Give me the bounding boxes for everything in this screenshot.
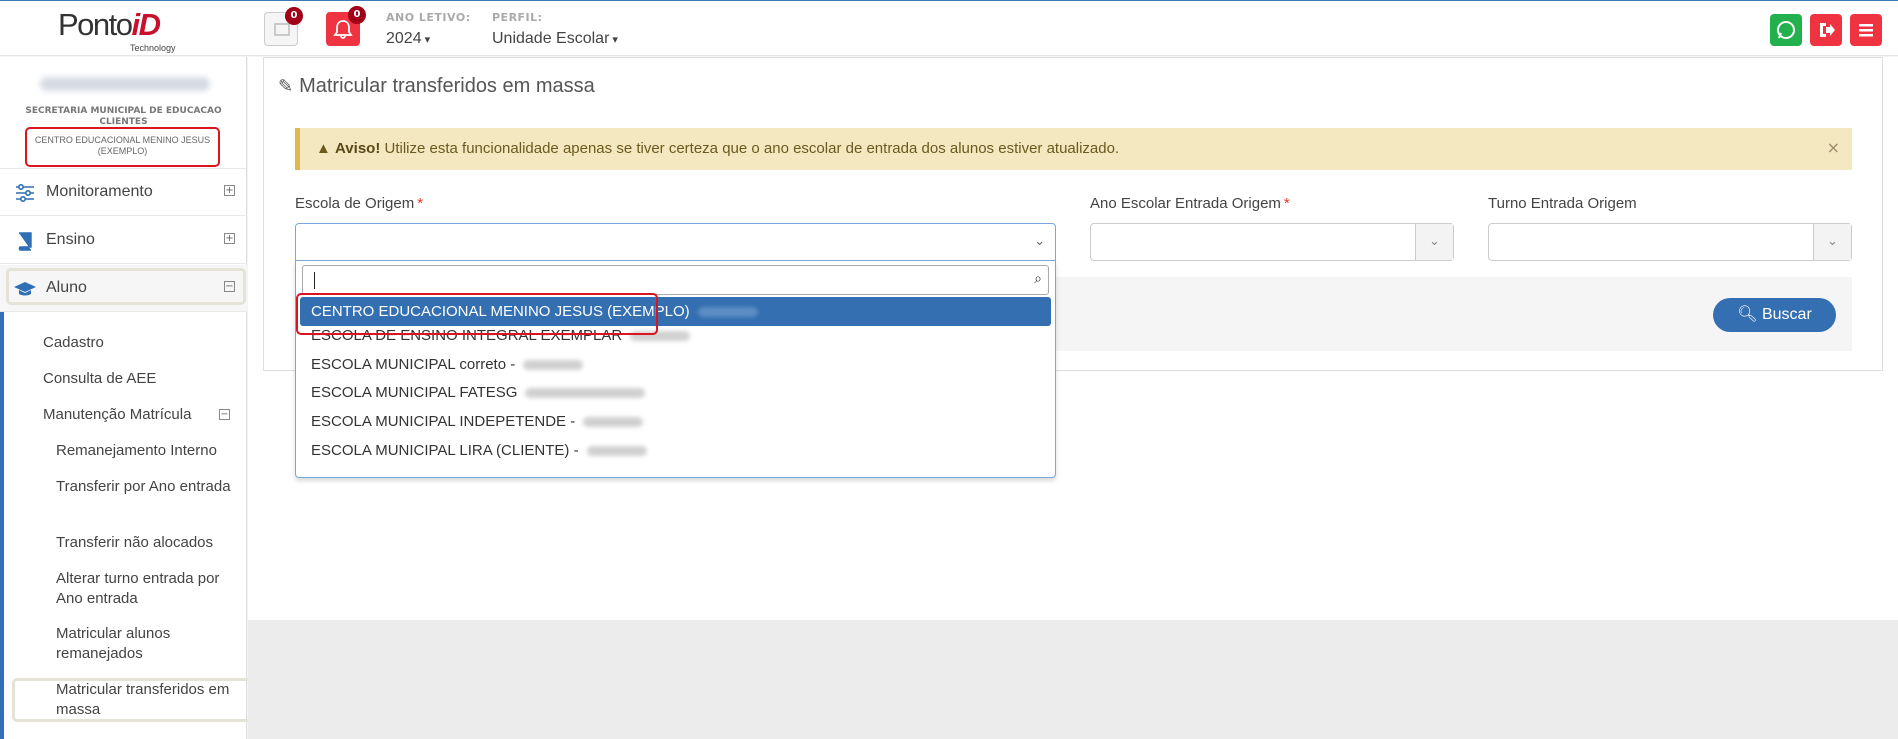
perfil-value: Unidade Escolar <box>492 30 610 47</box>
ano-letivo-selector[interactable]: ANO LETIVO: 2024 ▾ <box>386 11 471 48</box>
expand-icon[interactable]: + <box>224 233 235 244</box>
sidebar-item-consulta-aee[interactable]: Consulta de AEE <box>43 369 156 389</box>
text-caret <box>314 272 315 289</box>
chevron-down-icon: ▾ <box>424 34 431 46</box>
ano-escolar-select[interactable]: ⌄ <box>1090 223 1454 261</box>
perfil-selector[interactable]: PERFIL: Unidade Escolar ▾ <box>492 11 618 48</box>
dropdown-search-input[interactable]: ⌕ <box>302 265 1049 295</box>
messages-badge: 0 <box>285 7 303 25</box>
sidebar-item-label: Ensino <box>46 231 95 248</box>
ano-escolar-label: Ano Escolar Entrada Origem * <box>1090 195 1290 212</box>
chevron-down-icon: ▾ <box>612 34 618 46</box>
active-item-outline <box>12 678 252 722</box>
expand-icon[interactable]: + <box>224 185 235 196</box>
perfil-label: PERFIL: <box>492 11 543 24</box>
logout-icon <box>1820 23 1835 37</box>
redacted-user-name <box>40 77 210 91</box>
sidebar-item-alterar-turno[interactable]: Alterar turno entrada por Ano entrada <box>56 569 236 609</box>
sidebar-item-transferir-nao-alocados[interactable]: Transferir não alocados <box>56 533 236 553</box>
messages-button[interactable]: 0 <box>264 7 303 46</box>
graduation-cap-icon <box>14 282 36 296</box>
menu-icon <box>1859 24 1873 37</box>
redacted-text <box>697 307 758 318</box>
page-title: ✎ Matricular transferidos em massa <box>278 75 595 98</box>
dropdown-option[interactable]: ESCOLA MUNICIPAL FATESG <box>300 378 1051 407</box>
chevron-down-icon: ⌄ <box>1813 224 1851 260</box>
search-icon: 🔍︎ <box>1737 306 1758 323</box>
logo-text: PontoiD <box>58 7 161 42</box>
buscar-button[interactable]: 🔍︎ Buscar <box>1713 298 1836 332</box>
ano-letivo-value: 2024 <box>386 30 422 47</box>
sidebar-item-manutencao-matricula[interactable]: Manutenção Matrícula <box>43 405 191 425</box>
dropdown-option[interactable]: ESCOLA MUNICIPAL LIRA (CLIENTE) - <box>300 436 1051 465</box>
sidebar-item-aluno[interactable]: Aluno − <box>0 265 247 312</box>
collapse-icon[interactable]: − <box>219 409 230 420</box>
escola-origem-select[interactable]: ⌄ <box>295 223 1056 261</box>
sidebar-item-label: Monitoramento <box>46 183 153 200</box>
ano-letivo-label: ANO LETIVO: <box>386 11 471 24</box>
sidebar-profile: SECRETARIA MUNICIPAL DE EDUCACAO CLIENTE… <box>0 57 246 169</box>
sidebar-item-matricular-remanejados[interactable]: Matricular alunos remanejados <box>56 624 236 664</box>
sidebar-item-label: Aluno <box>46 279 87 296</box>
sidebar-item-transferir-ano-entrada[interactable]: Transferir por Ano entrada <box>56 477 236 497</box>
whatsapp-icon <box>1777 21 1795 39</box>
turno-entrada-select[interactable]: ⌄ <box>1488 223 1852 261</box>
warning-icon: ▲ <box>316 140 331 157</box>
redacted-text <box>583 417 644 428</box>
search-icon: ⌕ <box>1034 271 1042 287</box>
chevron-down-icon: ⌄ <box>1415 224 1453 260</box>
logo: PontoiD Technology <box>58 5 188 53</box>
main-menu-button[interactable] <box>1850 14 1882 46</box>
turno-entrada-label: Turno Entrada Origem <box>1488 195 1637 212</box>
sidebar-item-monitoramento[interactable]: Monitoramento + <box>0 169 247 216</box>
redacted-text <box>523 360 584 371</box>
sidebar-item-remanejamento-interno[interactable]: Remanejamento Interno <box>56 441 236 461</box>
chevron-down-icon: ⌄ <box>1034 234 1045 249</box>
notifications-badge: 0 <box>348 6 366 24</box>
edit-icon: ✎ <box>278 76 294 96</box>
current-school: CENTRO EDUCACIONAL MENINO JESUS (EXEMPLO… <box>25 127 220 167</box>
page-title-text: Matricular transferidos em massa <box>299 75 595 97</box>
book-icon <box>18 232 32 251</box>
dropdown-option[interactable]: ESCOLA MUNICIPAL INDEPETENDE - <box>300 407 1051 436</box>
notifications-button[interactable]: 0 <box>326 6 366 46</box>
redacted-text <box>586 446 647 457</box>
dropdown-option[interactable]: ESCOLA MUNICIPAL correto - <box>300 350 1051 379</box>
alert-text: ▲ Aviso! Utilize esta funcionalidade ape… <box>316 140 1120 157</box>
sidebar-item-ensino[interactable]: Ensino + <box>0 217 247 264</box>
sidebar-item-cadastro[interactable]: Cadastro <box>43 333 104 353</box>
highlight-outline <box>6 268 246 305</box>
organization-name: SECRETARIA MUNICIPAL DE EDUCACAO CLIENTE… <box>25 106 222 127</box>
escola-origem-label: Escola de Origem * <box>295 195 424 212</box>
sliders-icon <box>16 183 34 203</box>
warning-alert: ▲ Aviso! Utilize esta funcionalidade ape… <box>295 128 1852 170</box>
page-background <box>248 620 1898 739</box>
collapse-icon[interactable]: − <box>224 281 235 292</box>
redacted-text <box>525 388 646 399</box>
top-header: PontoiD Technology 0 0 ANO LETIVO: 2024 ▾… <box>0 0 1898 56</box>
logout-button[interactable] <box>1810 14 1842 46</box>
highlight-outline <box>296 293 658 335</box>
logo-tagline: Technology <box>130 43 176 53</box>
close-icon[interactable]: × <box>1827 138 1840 157</box>
whatsapp-button[interactable] <box>1770 14 1802 46</box>
